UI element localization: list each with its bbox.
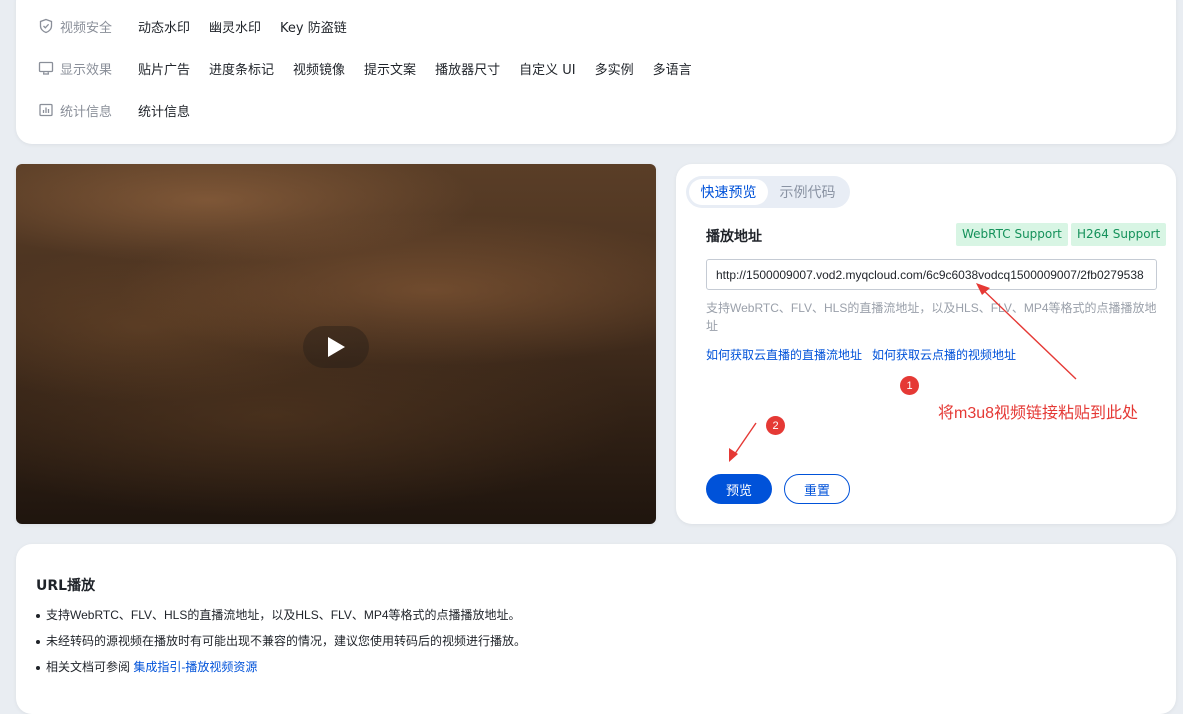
feature-item[interactable]: 多实例: [595, 59, 634, 78]
reset-button[interactable]: 重置: [784, 474, 850, 504]
bullet-dot: [36, 613, 40, 618]
shield-icon: [38, 18, 54, 34]
bullet-item: 未经转码的源视频在播放时有可能出现不兼容的情况，建议您使用转码后的视频进行播放。: [36, 632, 526, 649]
bullet-dot: [36, 665, 40, 670]
address-label: 播放地址: [706, 229, 762, 245]
feature-item[interactable]: 播放器尺寸: [435, 59, 500, 78]
preview-button[interactable]: 预览: [706, 474, 772, 504]
feature-row-display: 显示效果 贴片广告 进度条标记 视频镜像 提示文案 播放器尺寸 自定义 UI 多…: [38, 57, 711, 79]
annotation-text: 将m3u8视频链接粘贴到此处: [938, 405, 1139, 422]
url-play-card: URL播放 支持WebRTC、FLV、HLS的直播流地址，以及HLS、FLV、M…: [16, 544, 1176, 714]
tab-sample-code[interactable]: 示例代码: [768, 179, 847, 205]
tab-bar: 快速预览 示例代码: [686, 176, 850, 208]
annotation-arrows: [729, 283, 1077, 462]
feature-item[interactable]: 统计信息: [138, 101, 190, 120]
feature-item[interactable]: 多语言: [653, 59, 692, 78]
feature-item[interactable]: 贴片广告: [138, 59, 190, 78]
feature-row-stats: 统计信息 统计信息: [38, 99, 209, 121]
feature-item[interactable]: Key 防盗链: [280, 17, 347, 36]
feature-category: 视频安全: [38, 17, 138, 36]
section-title: URL播放: [36, 578, 96, 594]
tab-quick-preview[interactable]: 快速预览: [689, 179, 768, 205]
feature-item[interactable]: 动态水印: [138, 17, 190, 36]
step-marker-1: 1: [900, 376, 919, 395]
vod-address-link[interactable]: 如何获取云点播的视频地址: [872, 346, 1016, 363]
feature-item[interactable]: 自定义 UI: [519, 59, 575, 78]
address-hint: 支持WebRTC、FLV、HLS的直播流地址，以及HLS、FLV、MP4等格式的…: [706, 301, 1157, 333]
feature-card: 视频安全 动态水印 幽灵水印 Key 防盗链 显示效果 贴片广告 进度条标记 视…: [16, 0, 1176, 144]
video-player[interactable]: [16, 164, 656, 524]
live-address-link[interactable]: 如何获取云直播的直播流地址: [706, 346, 862, 363]
feature-category: 显示效果: [38, 59, 138, 78]
step-marker-2: 2: [766, 416, 785, 435]
feature-item[interactable]: 视频镜像: [293, 59, 345, 78]
preview-panel: 快速预览 示例代码 播放地址 WebRTC Support H264 Suppo…: [676, 164, 1176, 524]
play-button[interactable]: [303, 326, 369, 368]
h264-badge: H264 Support: [1071, 223, 1167, 246]
feature-item[interactable]: 提示文案: [364, 59, 416, 78]
doc-link[interactable]: 集成指引-播放视频资源: [133, 660, 257, 674]
chart-icon: [38, 102, 54, 118]
monitor-icon: [38, 60, 54, 76]
webrtc-badge: WebRTC Support: [956, 223, 1068, 246]
feature-row-security: 视频安全 动态水印 幽灵水印 Key 防盗链: [38, 15, 366, 37]
feature-item[interactable]: 进度条标记: [209, 59, 274, 78]
bullet-item: 相关文档可参阅 集成指引-播放视频资源: [36, 658, 257, 675]
bullet-dot: [36, 639, 40, 644]
url-input[interactable]: [706, 259, 1157, 290]
bullet-item: 支持WebRTC、FLV、HLS的直播流地址，以及HLS、FLV、MP4等格式的…: [36, 606, 521, 623]
feature-category: 统计信息: [38, 101, 138, 120]
play-icon: [328, 337, 345, 357]
feature-item[interactable]: 幽灵水印: [209, 17, 261, 36]
